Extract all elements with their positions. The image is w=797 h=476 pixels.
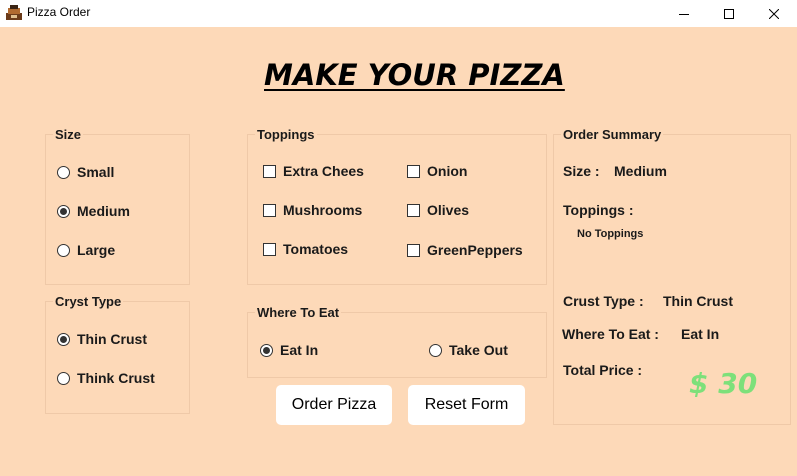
where-radio-eat-in[interactable]: Eat In (260, 342, 318, 358)
checkbox-label: Olives (427, 202, 470, 218)
topping-checkbox-green-peppers[interactable]: GreenPeppers (407, 242, 523, 258)
topping-checkbox-onion[interactable]: Onion (407, 163, 467, 179)
topping-checkbox-tomatoes[interactable]: Tomatoes (263, 241, 348, 257)
window-title: Pizza Order (27, 5, 91, 19)
summary-size-value: Medium (614, 163, 667, 179)
summary-toppings-value: No Toppings (577, 228, 644, 240)
close-icon (769, 8, 779, 19)
form-client-area: MAKE YOUR PIZZA Size Small Medium Large … (0, 27, 797, 476)
checkbox-label: Extra Chees (283, 163, 364, 179)
where-radio-take-out[interactable]: Take Out (429, 342, 508, 358)
radio-label: Thin Crust (77, 331, 147, 347)
checkbox[interactable] (407, 203, 420, 217)
radio-button[interactable] (57, 165, 70, 179)
radio-button[interactable] (57, 204, 70, 218)
summary-crust-value: Thin Crust (663, 293, 733, 309)
minimize-icon (679, 13, 689, 15)
checkbox[interactable] (263, 164, 276, 178)
minimize-button[interactable] (661, 0, 707, 27)
reset-form-button[interactable]: Reset Form (408, 385, 525, 425)
checkbox[interactable] (407, 164, 420, 178)
checkbox-label: Onion (427, 163, 468, 179)
title-bar: Pizza Order (0, 0, 797, 27)
order-summary-label: Order Summary (561, 127, 664, 142)
where-to-eat-group-label: Where To Eat (255, 305, 342, 320)
toppings-group-label: Toppings (255, 127, 317, 142)
radio-label: Medium (77, 203, 130, 219)
radio-button[interactable] (57, 243, 70, 257)
page-title: MAKE YOUR PIZZA (264, 58, 565, 92)
maximize-icon (724, 8, 734, 19)
crust-radio-thin[interactable]: Thin Crust (57, 331, 147, 347)
summary-crust-label: Crust Type : (563, 293, 644, 309)
summary-where-label: Where To Eat : (562, 326, 659, 342)
radio-button[interactable] (260, 343, 273, 357)
close-button[interactable] (751, 0, 797, 27)
maximize-button[interactable] (706, 0, 752, 27)
size-group-label: Size (53, 127, 84, 142)
radio-button[interactable] (57, 332, 70, 346)
size-radio-medium[interactable]: Medium (57, 203, 130, 219)
order-pizza-button[interactable]: Order Pizza (276, 385, 392, 425)
radio-button[interactable] (429, 343, 442, 357)
summary-total-label: Total Price : (563, 362, 643, 378)
topping-checkbox-olives[interactable]: Olives (407, 202, 469, 218)
checkbox[interactable] (263, 242, 276, 256)
checkbox-label: Mushrooms (283, 202, 363, 218)
radio-button[interactable] (57, 371, 70, 385)
radio-label: Eat In (280, 342, 319, 358)
size-radio-large[interactable]: Large (57, 242, 115, 258)
checkbox[interactable] (407, 243, 420, 257)
checkbox-label: GreenPeppers (427, 242, 523, 258)
radio-label: Take Out (449, 342, 508, 358)
total-price-value: $ 30 (689, 367, 758, 400)
radio-label: Large (77, 242, 116, 258)
pizza-app-icon (6, 5, 22, 20)
summary-size-label: Size : (563, 163, 600, 179)
radio-label: Small (77, 164, 115, 180)
crust-group: Cryst Type (45, 294, 190, 414)
radio-label: Think Crust (77, 370, 155, 386)
checkbox[interactable] (263, 203, 276, 217)
crust-group-label: Cryst Type (53, 294, 124, 309)
crust-radio-thick[interactable]: Think Crust (57, 370, 155, 386)
topping-checkbox-extra-cheese[interactable]: Extra Chees (263, 163, 364, 179)
topping-checkbox-mushrooms[interactable]: Mushrooms (263, 202, 362, 218)
summary-where-value: Eat In (681, 326, 720, 342)
size-radio-small[interactable]: Small (57, 164, 114, 180)
summary-toppings-label: Toppings : (563, 202, 634, 218)
checkbox-label: Tomatoes (283, 241, 349, 257)
